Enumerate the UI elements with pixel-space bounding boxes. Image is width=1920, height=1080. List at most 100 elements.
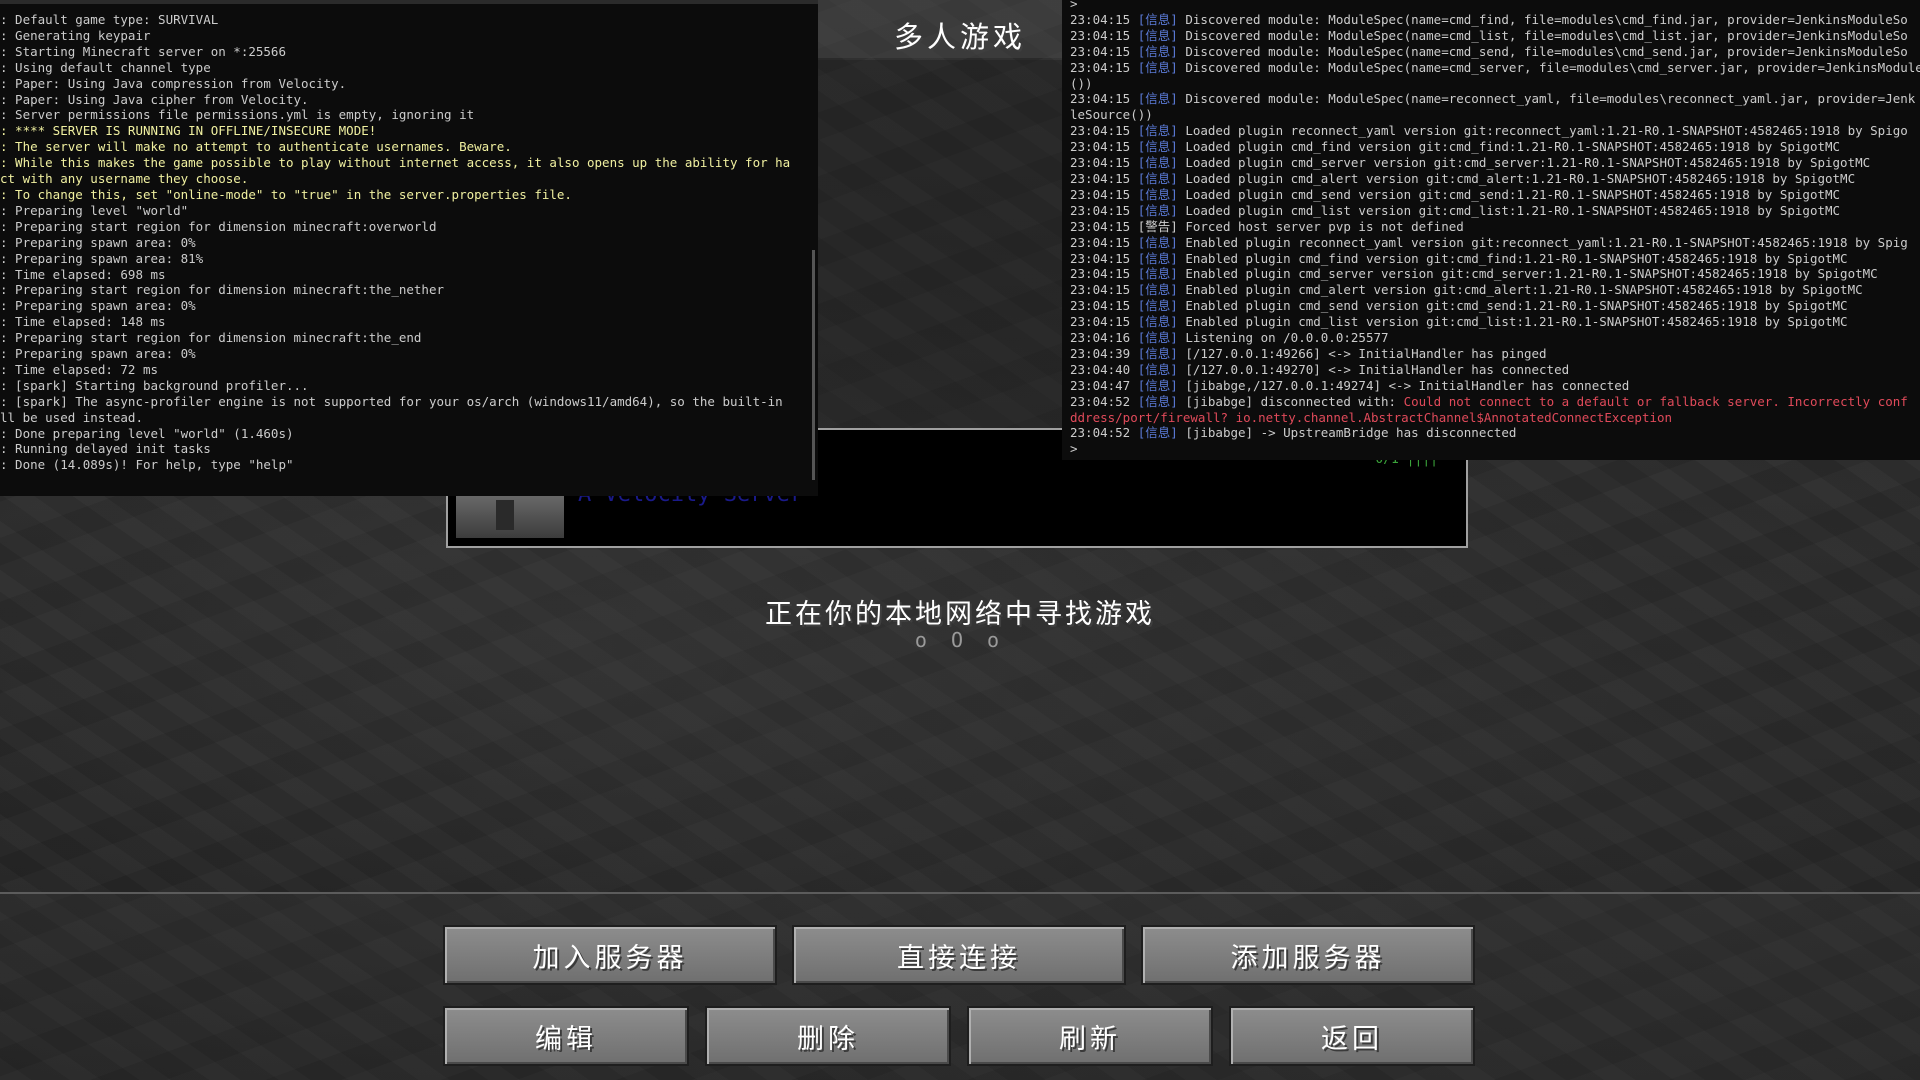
add-server-button[interactable]: 添加服务器 (1141, 925, 1475, 985)
log-level-tag: [信息] (1137, 91, 1178, 107)
console-line: 23:04:15 [信息] Discovered module: ModuleS… (1070, 12, 1920, 28)
log-message: ()) (1070, 75, 1093, 91)
log-message: Loaded plugin cmd_server version git:cmd… (1177, 155, 1871, 171)
log-timestamp: 23:04:15 (1070, 43, 1138, 59)
log-timestamp: 23:04:52 (1070, 393, 1138, 409)
log-message: Loaded plugin cmd_send version git:cmd_s… (1177, 186, 1841, 202)
console-line: 23:04:52 [信息] [jibabge] -> UpstreamBridg… (1070, 425, 1920, 441)
edit-button[interactable]: 编辑 (443, 1006, 689, 1066)
log-level-tag: [信息] (1137, 345, 1178, 361)
console-line: : Using default channel type (0, 59, 211, 75)
console-line: : Time elapsed: 148 ms (0, 314, 166, 330)
console-line: : Preparing spawn area: 0% (0, 298, 196, 314)
log-level-tag: [信息] (1137, 361, 1178, 377)
log-message: Enabled plugin cmd_list version git:cmd_… (1177, 314, 1848, 330)
console-log: : Default game type: SURVIVAL: Generatin… (0, 12, 790, 473)
join-server-button[interactable]: 加入服务器 (443, 925, 777, 985)
server-list-backdrop (818, 60, 1063, 432)
log-level-tag: [信息] (1137, 27, 1178, 43)
loading-dots: o O o (914, 628, 1006, 652)
console-line: 23:04:15 [警告] Forced host server pvp is … (1070, 219, 1920, 235)
console-line: ct with any username they choose. (0, 171, 249, 187)
log-timestamp: 23:04:15 (1070, 123, 1138, 139)
console-line: ddress/port/firewall? io.netty.channel.A… (1070, 410, 1920, 426)
log-timestamp: 23:04:15 (1070, 314, 1138, 330)
console-line: 23:04:15 [信息] Enabled plugin cmd_server … (1070, 266, 1920, 282)
console-line: ll be used instead. (0, 409, 143, 425)
console-line: 23:04:40 [信息] [/127.0.0.1:49270] <-> Ini… (1070, 362, 1920, 378)
console-line: 23:04:15 [信息] Discovered module: ModuleS… (1070, 60, 1920, 76)
log-level-tag: [信息] (1137, 139, 1178, 155)
proxy-console-window[interactable]: >23:04:15 [信息] Discovered module: Module… (1062, 0, 1920, 460)
log-message: [/127.0.0.1:49270] <-> InitialHandler ha… (1177, 361, 1570, 377)
log-timestamp: 23:04:15 (1070, 282, 1138, 298)
log-message: Discovered module: ModuleSpec(name=cmd_s… (1177, 43, 1908, 59)
console-line: 23:04:15 [信息] Enabled plugin cmd_alert v… (1070, 282, 1920, 298)
log-timestamp: 23:04:52 (1070, 425, 1138, 441)
console-line: 23:04:16 [信息] Listening on /0.0.0.0:2557… (1070, 330, 1920, 346)
console-line: 23:04:15 [信息] Discovered module: ModuleS… (1070, 44, 1920, 60)
log-level-tag: [信息] (1137, 393, 1178, 409)
log-level-tag: [信息] (1137, 282, 1178, 298)
console-line: : Preparing start region for dimension m… (0, 330, 422, 346)
delete-button[interactable]: 删除 (705, 1006, 951, 1066)
log-level-tag: [信息] (1137, 377, 1178, 393)
log-message: Discovered module: ModuleSpec(name=recon… (1177, 91, 1916, 107)
log-message: Enabled plugin cmd_server version git:cm… (1177, 266, 1878, 282)
log-message: Listening on /0.0.0.0:25577 (1177, 330, 1389, 346)
console-line: 23:04:15 [信息] Discovered module: ModuleS… (1070, 28, 1920, 44)
console-line: 23:04:15 [信息] Enabled plugin reconnect_y… (1070, 235, 1920, 251)
console-line: : Default game type: SURVIVAL (0, 12, 219, 27)
console-line: 23:04:15 [信息] Enabled plugin cmd_send ve… (1070, 298, 1920, 314)
console-line: > (1070, 441, 1920, 457)
console-line: 23:04:39 [信息] [/127.0.0.1:49266] <-> Ini… (1070, 346, 1920, 362)
log-message: Loaded plugin cmd_alert version git:cmd_… (1177, 170, 1856, 186)
console-line: : Paper: Using Java compression from Vel… (0, 75, 347, 91)
log-level-tag: [信息] (1137, 234, 1178, 250)
log-level-tag: [信息] (1137, 43, 1178, 59)
log-timestamp: 23:04:15 (1070, 266, 1138, 282)
direct-connect-button[interactable]: 直接连接 (792, 925, 1126, 985)
log-timestamp: 23:04:15 (1070, 218, 1138, 234)
log-message: [jibabge] -> UpstreamBridge has disconne… (1177, 425, 1517, 441)
log-level-tag: [信息] (1137, 11, 1178, 27)
refresh-button[interactable]: 刷新 (967, 1006, 1213, 1066)
lan-scan-status: 正在你的本地网络中寻找游戏 (765, 599, 1155, 630)
scrollbar[interactable] (812, 250, 815, 480)
console-line: : Preparing spawn area: 81% (0, 250, 204, 266)
log-level-tag: [信息] (1137, 59, 1178, 75)
server-console-window[interactable]: : Default game type: SURVIVAL: Generatin… (0, 0, 818, 496)
log-timestamp: 23:04:15 (1070, 170, 1138, 186)
log-timestamp: 23:04:15 (1070, 91, 1138, 107)
log-level-tag: [信息] (1137, 266, 1178, 282)
log-timestamp: 23:04:39 (1070, 345, 1138, 361)
console-line: : Preparing level "world" (0, 202, 189, 218)
log-timestamp: 23:04:15 (1070, 186, 1138, 202)
console-line: 23:04:15 [信息] Loaded plugin cmd_list ver… (1070, 203, 1920, 219)
console-line: leSource()) (1070, 107, 1920, 123)
console-line: : Done (14.089s)! For help, type "help" (0, 457, 294, 473)
log-message: [jibabge] disconnected with: (1177, 393, 1404, 409)
console-line: : Time elapsed: 72 ms (0, 361, 159, 377)
log-timestamp: 23:04:15 (1070, 27, 1138, 43)
back-button[interactable]: 返回 (1229, 1006, 1475, 1066)
title-bar (0, 0, 818, 4)
log-message: Loaded plugin reconnect_yaml version git… (1177, 123, 1908, 139)
log-timestamp: 23:04:15 (1070, 11, 1138, 27)
console-line: : Generating keypair (0, 27, 151, 43)
console-line: > (1070, 0, 1920, 12)
log-message: Loaded plugin cmd_list version git:cmd_l… (1177, 202, 1841, 218)
log-message: Enabled plugin cmd_alert version git:cmd… (1177, 282, 1863, 298)
log-level-tag: [信息] (1137, 314, 1178, 330)
log-level-tag: [信息] (1137, 155, 1178, 171)
log-level-tag: [信息] (1137, 170, 1178, 186)
log-message: Loaded plugin cmd_find version git:cmd_f… (1177, 139, 1841, 155)
log-message: > (1070, 441, 1078, 457)
log-level-tag: [警告] (1137, 218, 1178, 234)
log-message: Enabled plugin reconnect_yaml version gi… (1177, 234, 1908, 250)
console-line: 23:04:15 [信息] Loaded plugin reconnect_ya… (1070, 123, 1920, 139)
log-error-message: ddress/port/firewall? io.netty.channel.A… (1070, 409, 1673, 425)
console-line: 23:04:15 [信息] Enabled plugin cmd_list ve… (1070, 314, 1920, 330)
server-icon (456, 494, 564, 538)
log-message: leSource()) (1070, 107, 1153, 123)
